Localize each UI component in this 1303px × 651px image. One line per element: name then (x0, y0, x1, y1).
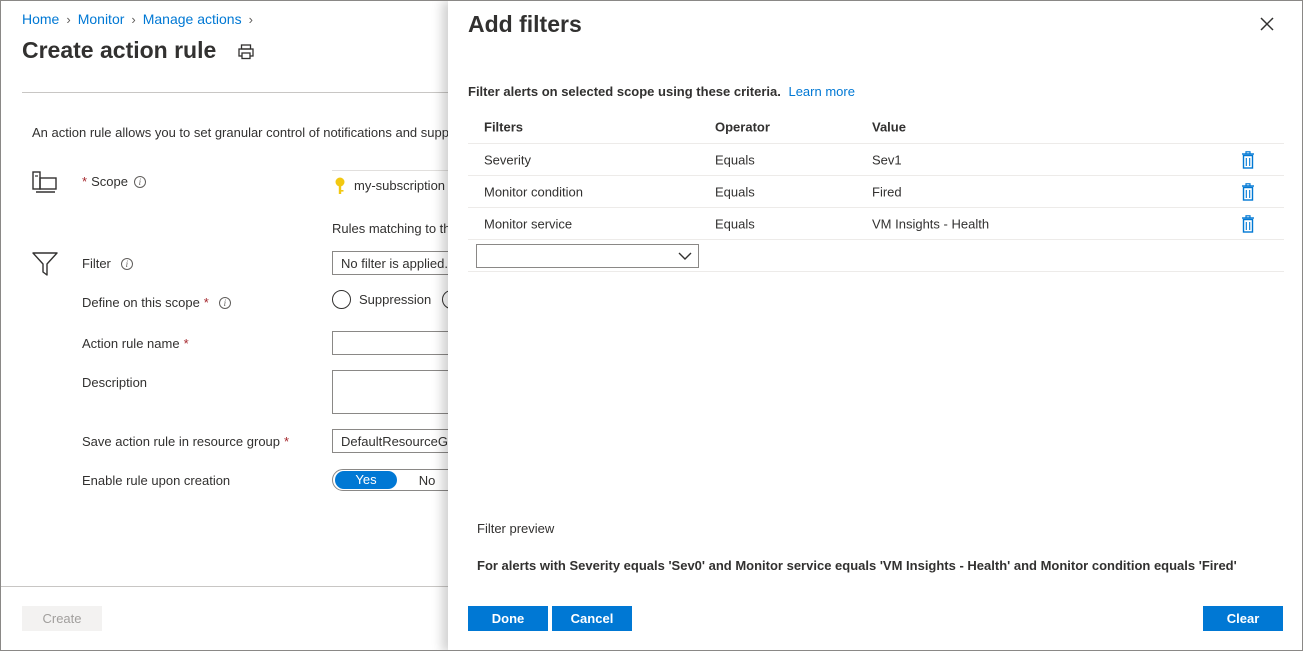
scope-icon (32, 171, 57, 193)
chevron-right-icon: › (66, 11, 71, 27)
action-rule-name-label: Action rule name * (82, 336, 189, 351)
chevron-down-icon (678, 252, 692, 260)
close-icon[interactable] (1258, 15, 1276, 33)
filter-preview-text: For alerts with Severity equals 'Sev0' a… (477, 558, 1237, 573)
value-cell: Sev1 (872, 152, 902, 167)
define-scope-label-text: Define on this scope (82, 295, 200, 310)
page-title: Create action rule (22, 37, 217, 63)
operator-cell: Equals (715, 184, 755, 199)
breadcrumb: Home › Monitor › Manage actions › (22, 11, 260, 27)
panel-description: Filter alerts on selected scope using th… (468, 84, 855, 99)
column-header-filters: Filters (484, 119, 524, 135)
enable-rule-toggle[interactable]: Yes No (332, 469, 462, 491)
table-header: Filters Operator Value (468, 111, 1284, 144)
column-header-value: Value (872, 119, 906, 135)
info-icon[interactable]: i (120, 257, 133, 270)
scope-value: my-subscription (354, 178, 446, 193)
breadcrumb-home[interactable]: Home (22, 11, 59, 27)
filters-table: Filters Operator Value Severity Equals S… (468, 111, 1284, 272)
delete-icon[interactable] (1241, 151, 1255, 169)
enable-rule-label: Enable rule upon creation (82, 473, 231, 488)
filter-type-dropdown[interactable] (476, 244, 699, 268)
filter-cell: Severity (484, 152, 531, 167)
intro-text: An action rule allows you to set granula… (32, 125, 449, 140)
info-icon[interactable]: i (133, 175, 146, 188)
description-label: Description (82, 375, 148, 390)
resource-group-label: Save action rule in resource group * (82, 434, 289, 449)
new-filter-row (468, 240, 1284, 272)
filter-cell: Monitor condition (484, 184, 583, 199)
operator-cell: Equals (715, 152, 755, 167)
cancel-button[interactable]: Cancel (552, 606, 632, 631)
scope-label-text: Scope (91, 174, 128, 189)
delete-icon[interactable] (1241, 183, 1255, 201)
table-row: Severity Equals Sev1 (468, 144, 1284, 176)
scope-selector[interactable]: my-subscription (332, 170, 462, 200)
action-rule-name-label-text: Action rule name (82, 336, 180, 351)
window: Home › Monitor › Manage actions › Create… (0, 0, 1303, 651)
define-scope-label: Define on this scope * i (82, 295, 231, 310)
clear-button[interactable]: Clear (1203, 606, 1283, 631)
operator-cell: Equals (715, 216, 755, 231)
filter-preview-label: Filter preview (477, 521, 555, 536)
panel-description-text: Filter alerts on selected scope using th… (468, 84, 781, 99)
breadcrumb-manage-actions[interactable]: Manage actions (143, 11, 242, 27)
print-icon[interactable] (237, 43, 255, 61)
filter-label: Filter i (82, 256, 133, 271)
scope-label: * Scope i (82, 174, 146, 189)
info-icon[interactable]: i (218, 296, 231, 309)
done-button[interactable]: Done (468, 606, 548, 631)
filter-label-text: Filter (82, 256, 111, 271)
chevron-right-icon: › (248, 11, 253, 27)
required-mark: * (82, 174, 88, 189)
divider (22, 92, 452, 93)
suppression-label: Suppression (359, 292, 432, 307)
table-row: Monitor condition Equals Fired (468, 176, 1284, 208)
value-cell: Fired (872, 184, 902, 199)
resource-group-select[interactable]: DefaultResourceGr (332, 429, 462, 453)
filter-cell: Monitor service (484, 216, 573, 231)
description-textarea[interactable] (332, 370, 462, 414)
chevron-right-icon: › (131, 11, 136, 27)
breadcrumb-monitor[interactable]: Monitor (78, 11, 125, 27)
required-mark: * (203, 295, 209, 310)
toggle-yes[interactable]: Yes (335, 471, 397, 489)
rules-matching-text: Rules matching to th (332, 221, 451, 236)
table-row: Monitor service Equals VM Insights - Hea… (468, 208, 1284, 240)
radio-circle (332, 290, 351, 309)
divider (1, 586, 451, 587)
learn-more-link[interactable]: Learn more (788, 84, 854, 99)
suppression-radio[interactable]: Suppression (332, 290, 431, 309)
filter-icon (32, 252, 58, 276)
resource-group-label-text: Save action rule in resource group (82, 434, 281, 449)
column-header-operator: Operator (715, 119, 770, 135)
add-filters-panel: Add filters Filter alerts on selected sc… (448, 1, 1302, 650)
create-button[interactable]: Create (22, 606, 102, 631)
key-icon (335, 177, 345, 194)
value-cell: VM Insights - Health (872, 216, 990, 231)
required-mark: * (183, 336, 189, 351)
filter-field[interactable]: No filter is applied. (332, 251, 462, 275)
action-rule-name-input[interactable] (332, 331, 462, 355)
delete-icon[interactable] (1241, 215, 1255, 233)
panel-title: Add filters (468, 11, 582, 37)
required-mark: * (284, 434, 290, 449)
